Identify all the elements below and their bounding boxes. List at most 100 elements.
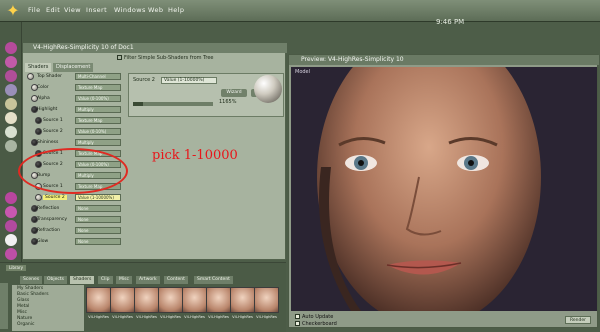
- thumbnail-image: [230, 287, 255, 313]
- tree-row[interactable]: Transparency None: [25, 216, 125, 224]
- shader-node-icon: [27, 73, 34, 80]
- shader-node-icon: [35, 117, 42, 124]
- taper-tool-icon[interactable]: [5, 98, 17, 110]
- shader-thumbnail[interactable]: V4-HighRes: [86, 287, 111, 325]
- checkbox-icon[interactable]: [295, 321, 300, 326]
- twist-tool-icon[interactable]: [5, 56, 17, 68]
- translate-tool-icon[interactable]: [5, 70, 17, 82]
- head-shape: [317, 67, 541, 311]
- tab-shaders[interactable]: Shaders: [25, 63, 52, 72]
- rotate-tool-icon[interactable]: [5, 42, 17, 54]
- tree-row[interactable]: Glow None: [25, 238, 125, 246]
- tree-value[interactable]: Value (0-10%): [75, 128, 121, 135]
- shader-thumbnail[interactable]: V4-HighRes: [110, 287, 135, 325]
- checkbox-icon[interactable]: [117, 55, 122, 60]
- light-control-icon[interactable]: [5, 206, 17, 218]
- checkerboard-checkbox[interactable]: Checkerboard: [295, 321, 337, 327]
- checkerboard-label: Checkerboard: [302, 321, 337, 327]
- tree-row[interactable]: Top Shader Multi-Channel: [25, 73, 125, 81]
- library-tab-content[interactable]: Content: [164, 276, 188, 284]
- color-tool-icon[interactable]: [5, 112, 17, 124]
- library-tab-misc[interactable]: Misc: [116, 276, 132, 284]
- library-tab-objects[interactable]: Objects: [44, 276, 68, 284]
- tree-row[interactable]: Source 2 Value (0-10%): [25, 128, 125, 136]
- thumbnail-image: [86, 287, 111, 313]
- value-slider[interactable]: [133, 102, 213, 106]
- shader-thumbnail[interactable]: V4-HighRes: [254, 287, 279, 325]
- library-palette: Library Scenes Objects Shaders Clip Misc…: [0, 262, 286, 332]
- camera-control-icon[interactable]: [5, 192, 17, 204]
- tree-row[interactable]: Refraction None: [25, 227, 125, 235]
- shader-tabs: Shaders Displacement: [23, 63, 143, 72]
- render-button[interactable]: Render: [565, 316, 591, 324]
- tree-value[interactable]: Multiply: [75, 106, 121, 113]
- tree-value[interactable]: None: [75, 205, 121, 212]
- shader-thumbnail[interactable]: V4-HighRes: [206, 287, 231, 325]
- poser-logo-icon[interactable]: ✦: [3, 2, 23, 20]
- menu-edit[interactable]: Edit: [46, 6, 60, 14]
- tree-row[interactable]: Reflection None: [25, 205, 125, 213]
- library-side-tab[interactable]: [0, 283, 8, 329]
- slider-fill: [133, 102, 143, 106]
- preview-title: Preview: V4-HighRes-Simplicity 10: [289, 55, 599, 65]
- view-label: Model: [295, 69, 311, 75]
- tree-value[interactable]: Value (0-100%): [75, 95, 121, 102]
- thumbnail-image: [110, 287, 135, 313]
- tree-value[interactable]: None: [75, 238, 121, 245]
- library-tab-shaders[interactable]: Shaders: [70, 276, 95, 284]
- tab-displacement[interactable]: Displacement: [53, 63, 94, 72]
- move-camera-icon[interactable]: [5, 248, 17, 260]
- menu-file[interactable]: File: [28, 6, 40, 14]
- menu-help[interactable]: Help: [168, 6, 184, 14]
- shader-thumbnail[interactable]: V4-HighRes: [182, 287, 207, 325]
- auto-update-label: Auto Update: [302, 314, 334, 320]
- shader-properties: Source 2 Value (1-10000%) Wizard Parent …: [128, 73, 284, 117]
- menu-view[interactable]: View: [64, 6, 81, 14]
- menu-insert[interactable]: Insert: [86, 6, 107, 14]
- checkbox-icon[interactable]: [295, 314, 300, 319]
- tree-value[interactable]: None: [75, 227, 121, 234]
- tree-value[interactable]: Multiply: [75, 139, 121, 146]
- library-tab-smart-content[interactable]: Smart Content: [194, 276, 233, 284]
- shader-thumbnail[interactable]: V4-HighRes: [230, 287, 255, 325]
- slider-readout: 1165%: [219, 99, 237, 105]
- filter-label: Filter Simple Sub-Shaders from Tree: [124, 55, 214, 61]
- preview-footer: Auto Update Checkerboard Render: [291, 313, 597, 329]
- tree-row[interactable]: Highlight Multiply: [25, 106, 125, 114]
- view-magnifier-icon[interactable]: [5, 140, 17, 152]
- tree-row-selected[interactable]: Source 2 Value (1-10000%): [25, 194, 125, 202]
- tree-label: Glow: [37, 239, 49, 244]
- scale-tool-icon[interactable]: [5, 84, 17, 96]
- thumbnail-label: V4-HighRes: [112, 315, 133, 319]
- hand-icon[interactable]: [5, 234, 17, 246]
- preview-viewport[interactable]: Model: [291, 67, 597, 311]
- tree-row[interactable]: Alpha Value (0-100%): [25, 95, 125, 103]
- tree-row[interactable]: Color Texture Map: [25, 84, 125, 92]
- tree-row[interactable]: Shininess Multiply: [25, 139, 125, 147]
- tree-row[interactable]: Source 1 Texture Map: [25, 117, 125, 125]
- filter-checkbox[interactable]: Filter Simple Sub-Shaders from Tree: [117, 55, 214, 61]
- thumbnail-image: [182, 287, 207, 313]
- tree-value[interactable]: Texture Map: [75, 84, 121, 91]
- auto-update-checkbox[interactable]: Auto Update: [295, 314, 333, 320]
- property-value-field[interactable]: Value (1-10000%): [161, 77, 217, 84]
- menu-web[interactable]: Web: [148, 6, 163, 14]
- wizard-button[interactable]: Wizard: [221, 89, 247, 97]
- tree-label: Top Shader: [37, 74, 62, 79]
- library-tab-clip[interactable]: Clip: [98, 276, 113, 284]
- shader-preview-sphere: [254, 75, 282, 103]
- shader-thumbnail[interactable]: V4-HighRes: [134, 287, 159, 325]
- tree-value[interactable]: Texture Map: [75, 117, 121, 124]
- category-item[interactable]: Organic: [14, 322, 82, 328]
- shader-thumbnail[interactable]: V4-HighRes: [158, 287, 183, 325]
- tree-value[interactable]: None: [75, 216, 121, 223]
- thumbnail-label: V4-HighRes: [256, 315, 277, 319]
- menu-windows[interactable]: Windows: [114, 6, 146, 14]
- face-render: [291, 67, 597, 311]
- library-tab-artwork[interactable]: Artwork: [136, 276, 160, 284]
- library-tab-scenes[interactable]: Scenes: [20, 276, 43, 284]
- grab-tool-icon[interactable]: [5, 126, 17, 138]
- trackball-icon[interactable]: [5, 220, 17, 232]
- tree-value[interactable]: Multi-Channel: [75, 73, 121, 80]
- tree-value[interactable]: Value (1-10000%): [75, 194, 121, 201]
